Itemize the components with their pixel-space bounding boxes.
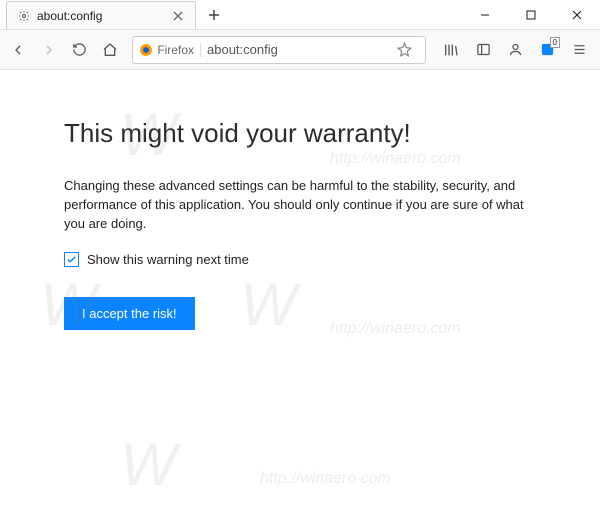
- tab-close-icon[interactable]: [171, 9, 185, 23]
- window-controls: [462, 0, 600, 29]
- notification-badge-icon[interactable]: 0: [532, 35, 562, 65]
- window-titlebar: about:config: [0, 0, 600, 30]
- bookmark-star-icon[interactable]: [389, 35, 419, 65]
- accept-risk-button[interactable]: I accept the risk!: [64, 297, 195, 330]
- menu-icon[interactable]: [564, 35, 594, 65]
- sidebar-icon[interactable]: [468, 35, 498, 65]
- checkmark-icon: [66, 254, 77, 265]
- show-warning-label: Show this warning next time: [87, 252, 249, 267]
- window-close-button[interactable]: [554, 0, 600, 30]
- window-minimize-button[interactable]: [462, 0, 508, 30]
- identity-box[interactable]: Firefox: [139, 43, 201, 57]
- back-button[interactable]: [6, 35, 31, 65]
- tabstrip: about:config: [0, 0, 228, 29]
- url-input[interactable]: [207, 42, 383, 57]
- home-button[interactable]: [98, 35, 123, 65]
- url-bar[interactable]: Firefox: [132, 36, 426, 64]
- browser-tab[interactable]: about:config: [6, 1, 196, 29]
- watermark-icon: W: [240, 270, 297, 339]
- show-warning-checkbox-row: Show this warning next time: [64, 252, 550, 267]
- content-area: W W W W http://winaero.com http://winaer…: [0, 70, 600, 514]
- reload-button[interactable]: [67, 35, 92, 65]
- warning-heading: This might void your warranty!: [64, 118, 550, 149]
- account-icon[interactable]: [500, 35, 530, 65]
- window-maximize-button[interactable]: [508, 0, 554, 30]
- watermark-text: http://winaero.com: [330, 320, 461, 338]
- forward-button[interactable]: [37, 35, 62, 65]
- tab-favicon-icon: [17, 9, 31, 23]
- identity-label: Firefox: [157, 43, 194, 57]
- tab-label: about:config: [37, 9, 165, 23]
- show-warning-checkbox[interactable]: [64, 252, 79, 267]
- firefox-icon: [139, 43, 153, 57]
- new-tab-button[interactable]: [200, 1, 228, 29]
- navigation-toolbar: Firefox 0: [0, 30, 600, 70]
- watermark-text: http://winaero.com: [260, 470, 391, 488]
- watermark-text: http://winaero.com: [330, 150, 461, 168]
- library-icon[interactable]: [436, 35, 466, 65]
- watermark-icon: W: [120, 430, 177, 499]
- warning-body: Changing these advanced settings can be …: [64, 177, 544, 234]
